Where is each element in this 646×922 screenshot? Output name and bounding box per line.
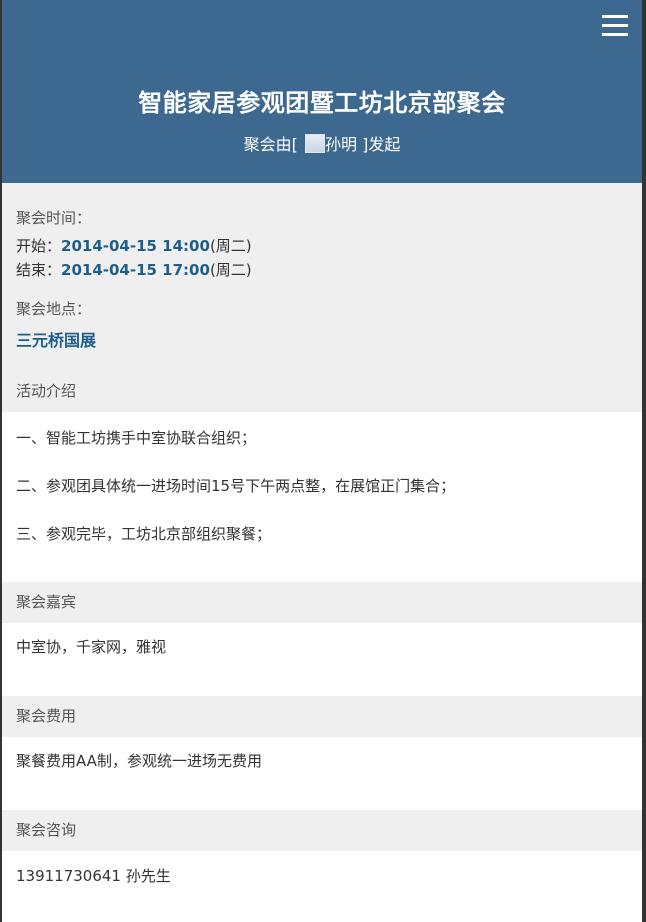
fee-value: 聚餐费用AA制，参观统一进场无费用 (16, 752, 262, 770)
intro-section-title: 活动介绍 (2, 371, 642, 412)
fee-section-title: 聚会费用 (2, 696, 642, 737)
fee-section: 聚餐费用AA制，参观统一进场无费用 (2, 737, 642, 810)
organizer-line: 聚会由[ 孙明 ]发起 (2, 131, 642, 155)
start-label: 开始： (16, 237, 62, 255)
start-time-line: 开始：2014-04-15 14:00(周二) (16, 234, 628, 258)
organizer-prefix: 聚会由[ (243, 135, 303, 154)
guests-section: 中室协，千家网，雅视 (2, 623, 642, 696)
intro-item: 三、参观完毕，工坊北京部组织聚餐； (16, 525, 272, 543)
page-title: 智能家居参观团暨工坊北京部聚会 (138, 89, 506, 117)
page-frame: 智能家居参观团暨工坊北京部聚会 聚会由[ 孙明 ]发起 聚会时间： 开始：201… (0, 0, 646, 922)
end-day: (周二) (209, 261, 252, 279)
consult-section-title: 聚会咨询 (2, 810, 642, 851)
start-day: (周二) (209, 237, 252, 255)
header: 智能家居参观团暨工坊北京部聚会 聚会由[ 孙明 ]发起 (2, 0, 642, 183)
intro-item: 二、参观团具体统一进场时间15号下午两点整，在展馆正门集合； (16, 477, 456, 495)
consult-section: 13911730641 孙先生 (2, 851, 642, 922)
hamburger-menu-icon[interactable] (602, 15, 628, 37)
end-label: 结束： (16, 261, 62, 279)
organizer-suffix: ]发起 (357, 135, 401, 154)
organizer-name[interactable]: 孙明 (325, 135, 357, 154)
guests-value: 中室协，千家网，雅视 (16, 638, 167, 656)
location-label: 聚会地点： (16, 300, 92, 318)
end-time-line: 结束：2014-04-15 17:00(周二) (16, 258, 628, 282)
avatar (304, 134, 325, 153)
guests-section-title: 聚会嘉宾 (2, 582, 642, 623)
event-info: 聚会时间： 开始：2014-04-15 14:00(周二) 结束：2014-04… (2, 183, 642, 351)
end-time: 2014-04-15 17:00 (61, 261, 210, 279)
intro-item: 一、智能工坊携手中室协联合组织； (16, 429, 257, 447)
time-label: 聚会时间： (16, 209, 92, 227)
consult-value: 13911730641 孙先生 (16, 867, 171, 885)
intro-section: 一、智能工坊携手中室协联合组织； 二、参观团具体统一进场时间15号下午两点整，在… (2, 412, 642, 582)
start-time: 2014-04-15 14:00 (61, 237, 210, 255)
location-link[interactable]: 三元桥国展 (16, 327, 628, 351)
